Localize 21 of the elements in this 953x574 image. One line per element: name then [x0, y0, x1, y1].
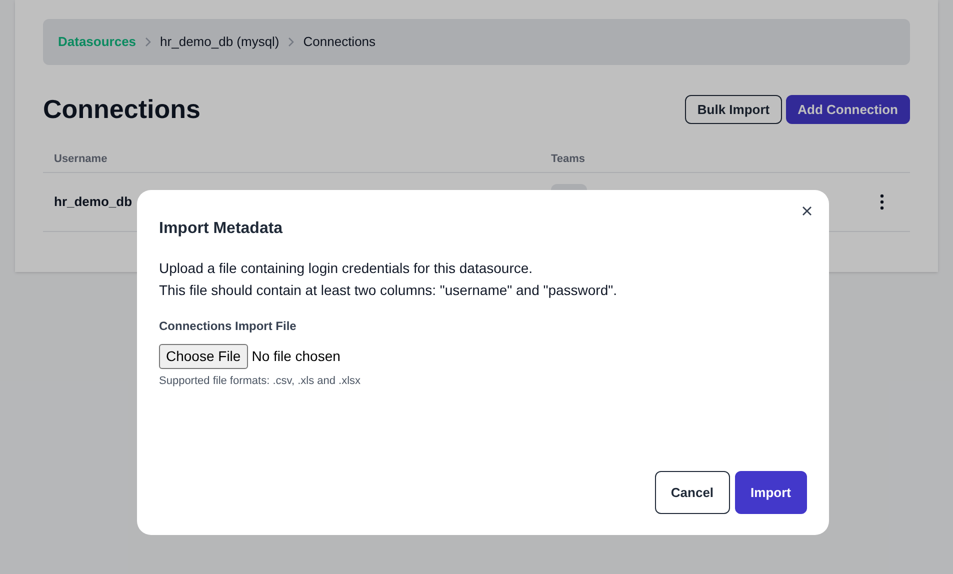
chevron-icon: [144, 37, 152, 47]
dialog-text: Upload a file containing login credentials for this datasource.: [159, 259, 534, 278]
breadcrumb-item: Connections: [303, 33, 376, 52]
table-cell-text: hr_demo_db: [53, 193, 134, 212]
chevron-icon: [287, 37, 296, 47]
column-header: Username: [53, 152, 108, 167]
secondary-button[interactable]: Cancel: [654, 471, 730, 514]
secondary-button[interactable]: Bulk Import: [685, 95, 782, 124]
field-label: Connections Import File: [159, 318, 298, 335]
primary-button[interactable]: Add Connection: [786, 95, 910, 124]
column-header: Teams: [551, 152, 586, 167]
dialog-text: This file should contain at least two columns: "username" and "password".: [159, 281, 618, 300]
breadcrumb-item: hr_demo_db (mysql): [160, 33, 280, 52]
primary-button[interactable]: Import: [734, 471, 807, 514]
more-icon[interactable]: [880, 194, 884, 210]
file-status: No file chosen: [252, 347, 340, 366]
hint-text: Supported file formats: .csv, .xls and .xlsx: [159, 374, 362, 389]
page-title: Connections: [43, 93, 200, 126]
close-icon[interactable]: [802, 206, 812, 216]
choose-file-button[interactable]: Choose File: [159, 344, 248, 369]
dialog-title: Import Metadata: [159, 219, 284, 239]
